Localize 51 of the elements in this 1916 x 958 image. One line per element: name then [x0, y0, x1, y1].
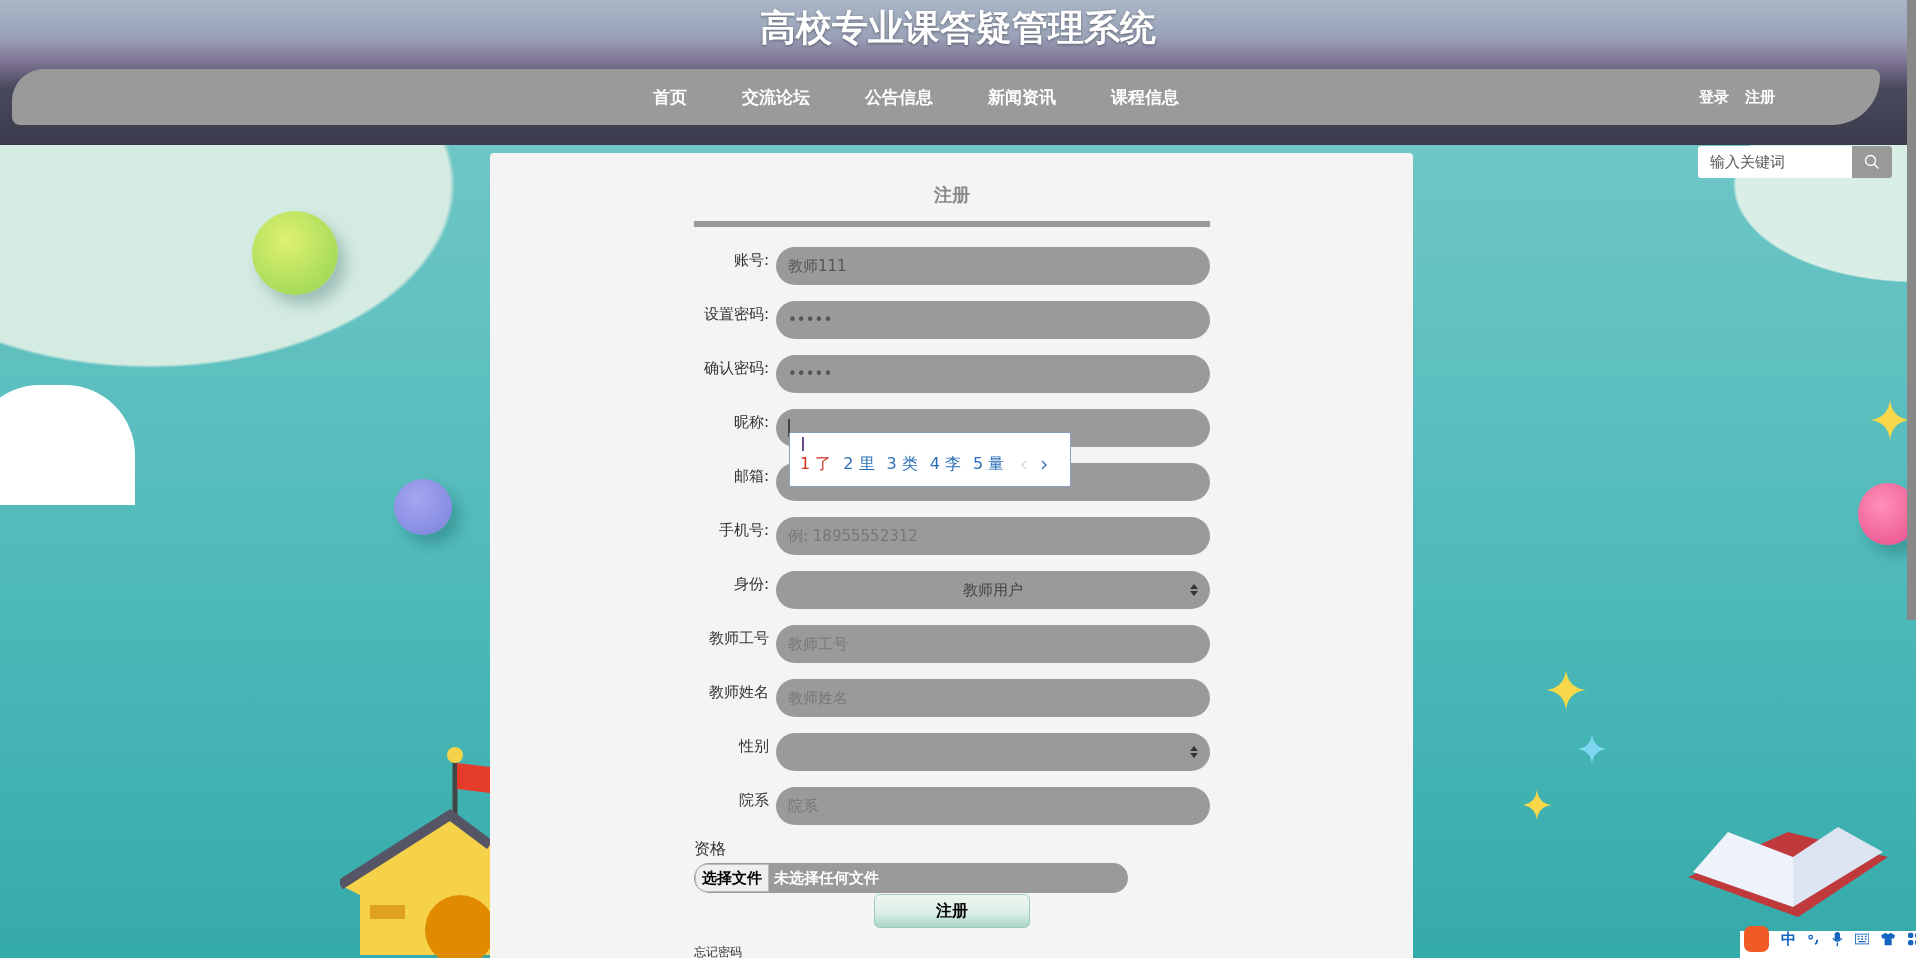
field-label: 昵称:	[732, 412, 769, 432]
sort-arrows-icon	[1190, 584, 1198, 596]
forgot-password-link[interactable]: 忘记密码	[694, 944, 1210, 958]
site-title: 高校专业课答疑管理系统	[760, 6, 1156, 50]
field-label: 资格	[694, 839, 727, 860]
field-label: 教师工号	[708, 628, 769, 648]
keyboard-icon[interactable]	[1855, 933, 1870, 945]
field-label: 身份:	[732, 574, 769, 594]
select-field[interactable]: 教师用户	[776, 571, 1210, 609]
ball-drawing	[394, 479, 452, 535]
ime-candidate[interactable]: 2 里	[843, 454, 875, 475]
nav-link[interactable]: 首页	[653, 85, 687, 109]
text-caret	[802, 437, 804, 451]
input-field[interactable]: •••••	[776, 355, 1210, 393]
nav-link[interactable]: 交流论坛	[742, 85, 810, 109]
field-label: 账号:	[732, 250, 769, 270]
shirt-icon[interactable]	[1881, 932, 1896, 946]
file-input[interactable]: 选择文件 未选择任何文件	[694, 863, 1128, 893]
input-field[interactable]: 教师111	[776, 247, 1210, 285]
select-field[interactable]	[776, 733, 1210, 771]
grid-icon[interactable]	[1907, 932, 1916, 946]
ime-candidate[interactable]: 1 了	[800, 454, 832, 475]
choose-file-button[interactable]: 选择文件	[695, 864, 769, 892]
auth-link[interactable]: 登录	[1699, 87, 1729, 107]
field-label: 确认密码:	[702, 358, 769, 378]
ime-candidate[interactable]: 5 量	[973, 454, 1005, 475]
file-status: 未选择任何文件	[774, 868, 879, 888]
auth-link[interactable]: 注册	[1745, 87, 1775, 107]
search-button[interactable]	[1852, 146, 1892, 178]
search-field[interactable]: 输入关键词	[1698, 146, 1892, 178]
punctuation-icon[interactable]	[1807, 932, 1821, 946]
sort-arrows-icon	[1190, 746, 1198, 758]
ime-candidate[interactable]: 3 类	[886, 454, 918, 475]
field-label: 设置密码:	[702, 304, 769, 324]
ime-logo-icon[interactable]	[1744, 926, 1769, 952]
nav-link[interactable]: 课程信息	[1111, 85, 1179, 109]
nav-link[interactable]: 公告信息	[865, 85, 933, 109]
nav-link[interactable]: 新闻资讯	[988, 85, 1056, 109]
microphone-icon[interactable]	[1832, 931, 1844, 947]
field-label: 手机号:	[717, 520, 769, 540]
ime-mode-toggle[interactable]: 中	[1780, 929, 1796, 949]
field-label: 性别	[737, 736, 769, 756]
form-title: 注册	[933, 183, 971, 207]
scrollbar[interactable]	[1907, 0, 1916, 620]
field-label: 院系	[738, 790, 769, 810]
field-label: 教师姓名	[708, 682, 769, 702]
search-icon	[1864, 154, 1880, 170]
ime-candidate[interactable]: 4 李	[929, 454, 962, 475]
field-label: 邮箱:	[732, 466, 769, 486]
register-button[interactable]: 注册	[874, 894, 1030, 928]
input-field[interactable]: •••••	[776, 301, 1210, 339]
